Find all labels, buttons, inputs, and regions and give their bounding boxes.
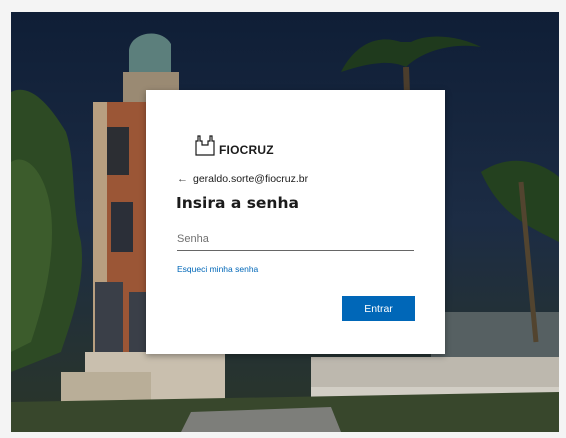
fiocruz-castle-icon bbox=[195, 135, 215, 156]
arrow-left-icon[interactable]: ← bbox=[177, 173, 188, 185]
brand-name: FIOCRUZ bbox=[219, 143, 274, 157]
brand-logo: FIOCRUZ bbox=[195, 134, 274, 156]
forgot-password-link[interactable]: Esqueci minha senha bbox=[177, 264, 258, 274]
background-photo: FIOCRUZ ← geraldo.sorte@fiocruz.br Insir… bbox=[11, 12, 559, 432]
password-input[interactable] bbox=[177, 228, 414, 251]
account-row: ← geraldo.sorte@fiocruz.br bbox=[177, 173, 308, 185]
login-card: FIOCRUZ ← geraldo.sorte@fiocruz.br Insir… bbox=[146, 90, 445, 354]
account-email: geraldo.sorte@fiocruz.br bbox=[193, 173, 309, 185]
submit-button[interactable]: Entrar bbox=[342, 296, 415, 321]
page-title: Insira a senha bbox=[176, 194, 299, 212]
